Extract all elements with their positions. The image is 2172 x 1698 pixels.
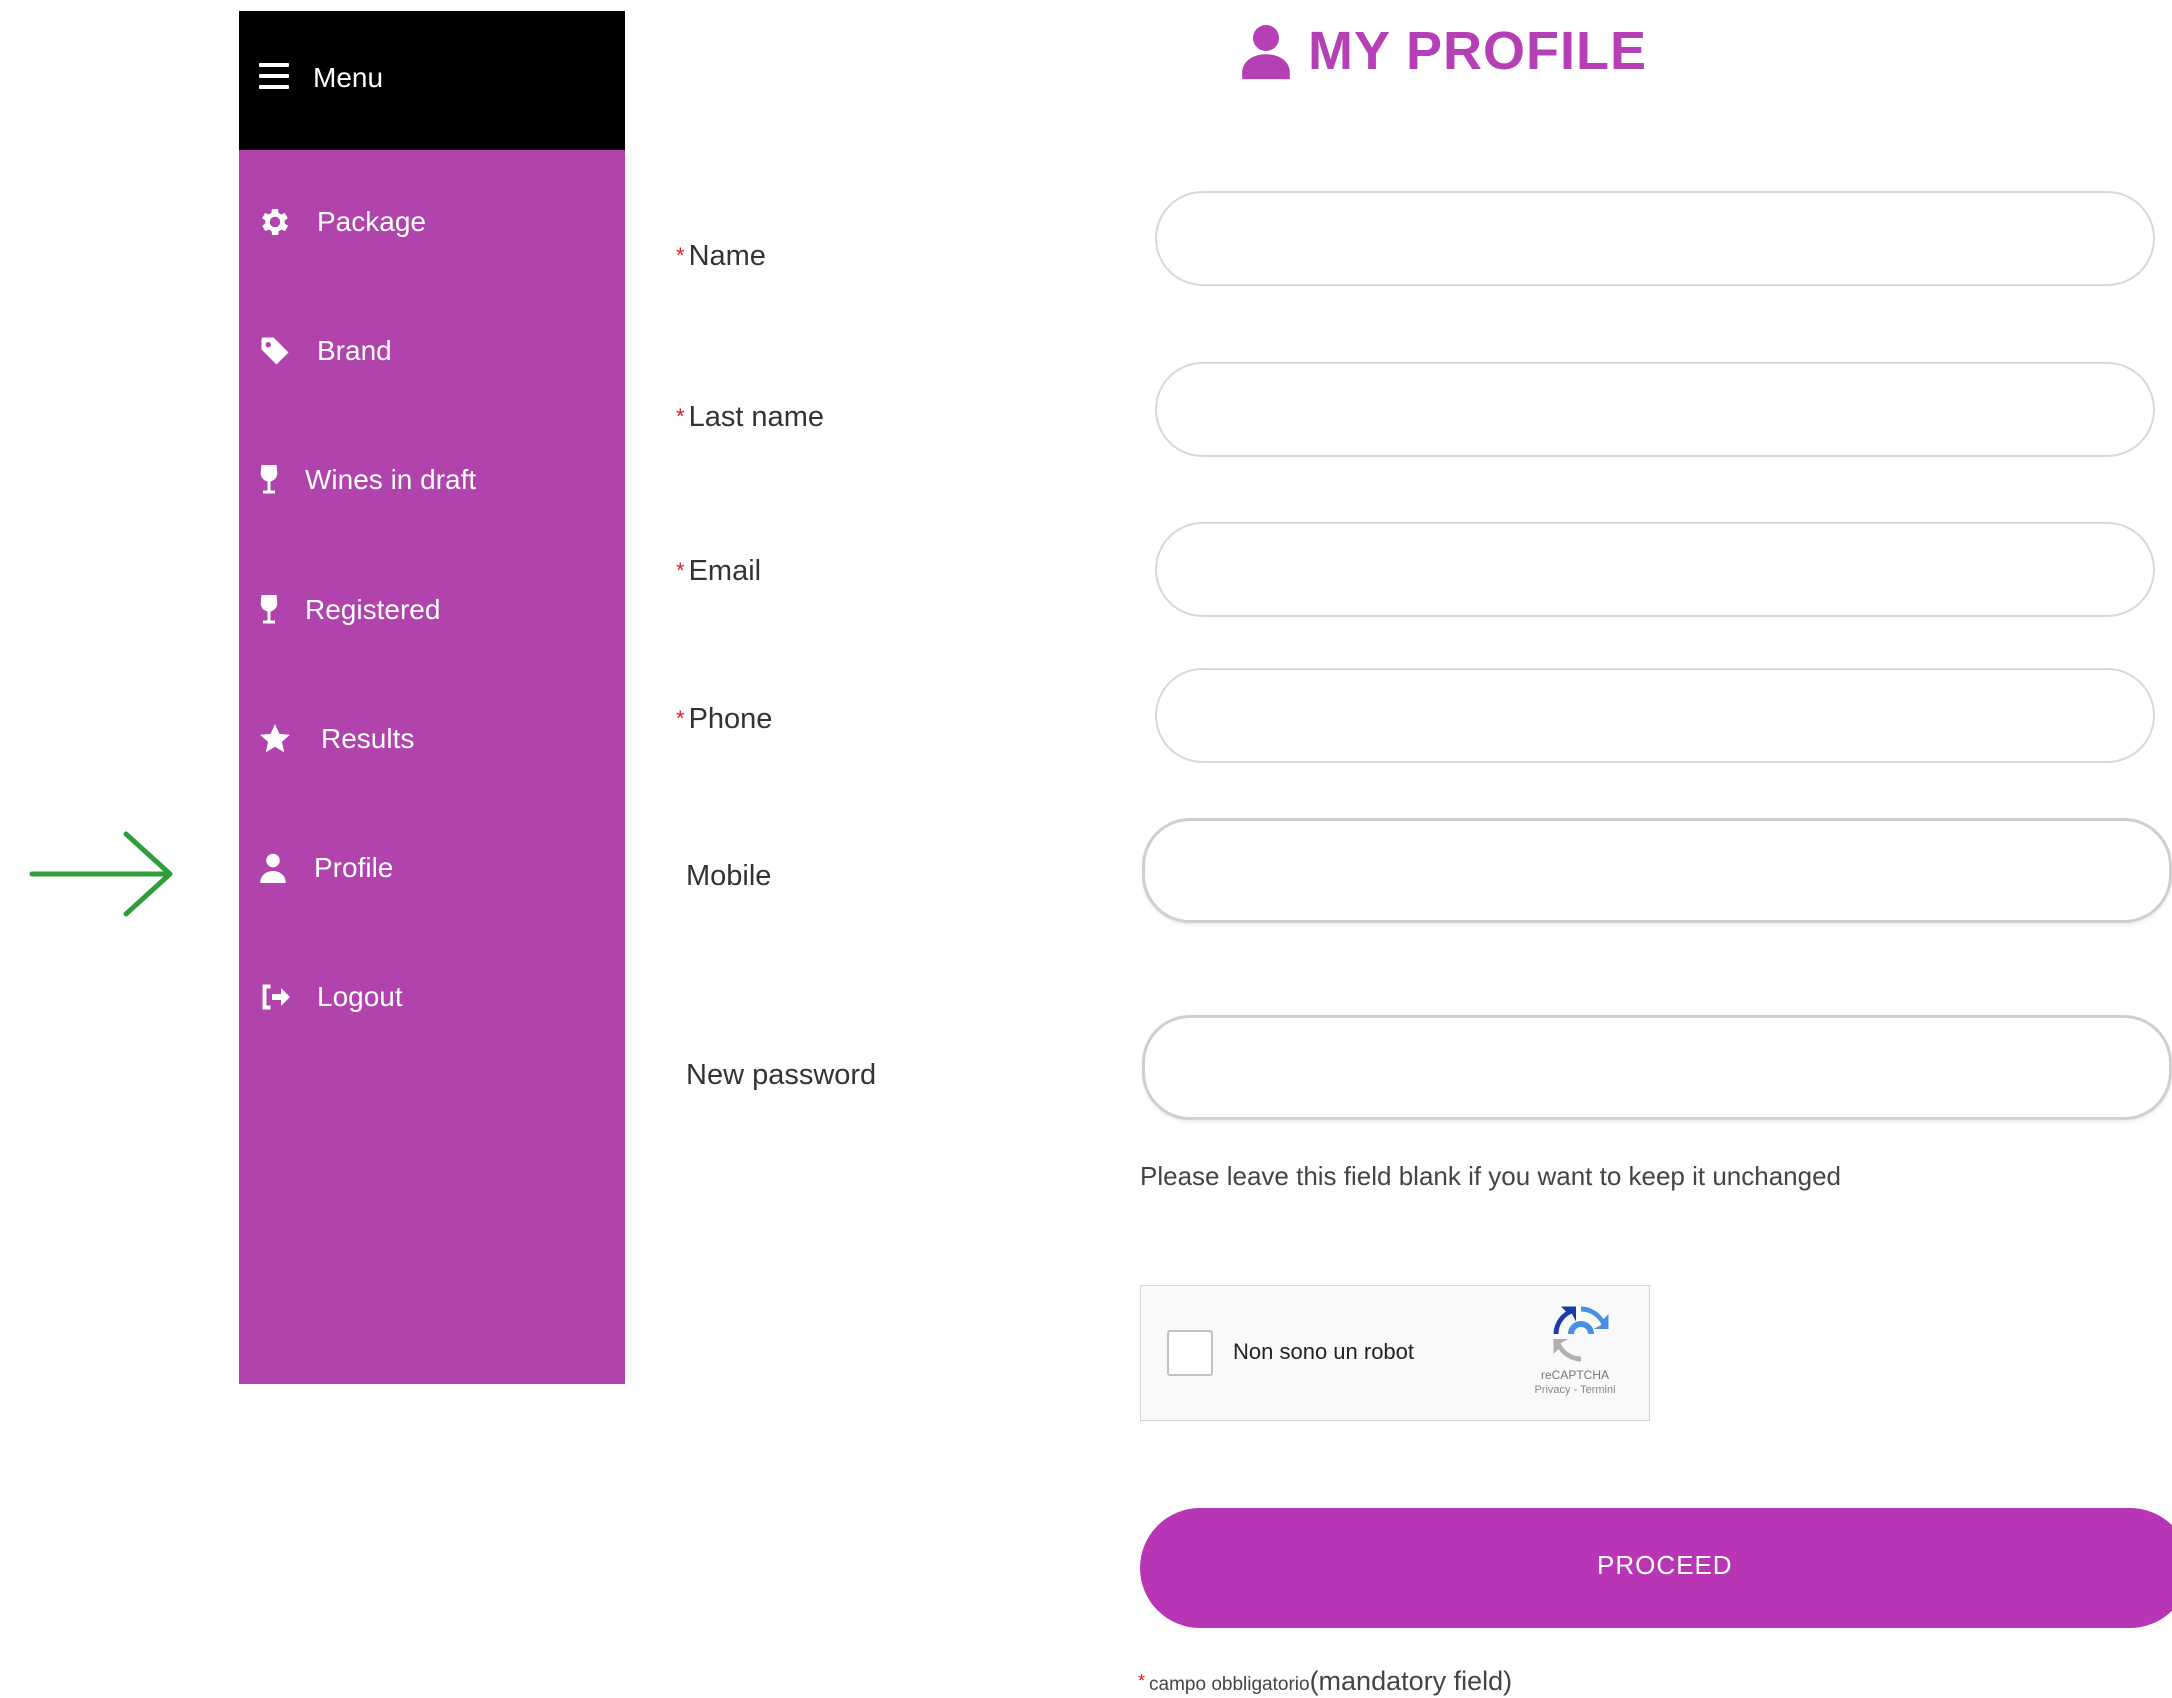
- profile-page: Menu Package Brand Wines in draft Regist…: [0, 0, 2172, 1698]
- phone-label: * Phone: [676, 703, 773, 735]
- required-marker: *: [676, 243, 685, 268]
- wine-glass-icon: [260, 465, 278, 494]
- logout-icon: [262, 984, 290, 1010]
- sidebar-item-registered[interactable]: Registered: [239, 578, 625, 642]
- sidebar-item-logout[interactable]: Logout: [239, 965, 625, 1029]
- phone-input[interactable]: [1155, 668, 2155, 763]
- mobile-input[interactable]: [1142, 818, 2172, 923]
- sidebar-item-results[interactable]: Results: [239, 707, 625, 771]
- menu-label: Menu: [313, 62, 384, 93]
- mandatory-field-footnote: * campo obbligatorio(mandatory field): [1138, 1666, 1513, 1696]
- sidebar-item-brand[interactable]: Brand: [239, 319, 625, 383]
- required-marker: *: [1138, 1671, 1146, 1691]
- password-hint: Please leave this field blank if you wan…: [1140, 1161, 1842, 1191]
- name-input[interactable]: [1155, 191, 2155, 286]
- new-password-label: New password: [686, 1059, 877, 1091]
- user-icon: [260, 853, 286, 883]
- captcha-brand: reCAPTCHA: [1540, 1368, 1609, 1382]
- required-marker: *: [676, 558, 685, 583]
- hamburger-menu-icon[interactable]: [259, 63, 289, 89]
- email-label: * Email: [676, 555, 762, 587]
- gear-icon: [262, 208, 289, 236]
- page-header: MY PROFILE: [1240, 18, 1647, 84]
- tag-icon: [261, 337, 289, 365]
- sidebar-item-label: Results: [321, 723, 415, 754]
- sidebar-item-wines-in-draft[interactable]: Wines in draft: [239, 448, 625, 512]
- email-input[interactable]: [1155, 522, 2155, 617]
- recaptcha-logo-icon: [1553, 1306, 1609, 1362]
- page-title: MY PROFILE: [1308, 21, 1648, 81]
- name-label: * Name: [676, 240, 766, 272]
- wine-glass-icon: [260, 595, 278, 624]
- mobile-label: Mobile: [686, 860, 772, 892]
- required-marker: *: [676, 706, 685, 731]
- captcha-label: Non sono un robot: [1233, 1339, 1415, 1364]
- captcha-checkbox[interactable]: [1167, 1330, 1213, 1376]
- new-password-input[interactable]: [1142, 1015, 2172, 1120]
- sidebar-header[interactable]: Menu: [239, 11, 625, 150]
- sidebar-item-label: Wines in draft: [305, 464, 477, 495]
- proceed-button[interactable]: PROCEED: [1140, 1508, 2172, 1628]
- sidebar-item-label: Brand: [317, 335, 392, 366]
- sidebar-item-label: Package: [317, 206, 426, 237]
- proceed-button-label: PROCEED: [1597, 1550, 1733, 1580]
- sidebar: Menu Package Brand Wines in draft Regist…: [239, 11, 625, 1384]
- required-marker: *: [676, 404, 685, 429]
- sidebar-item-label: Profile: [314, 852, 394, 883]
- arrow-annotation-icon: [29, 831, 173, 917]
- captcha-terms-link[interactable]: Privacy - Termini: [1511, 1384, 1639, 1397]
- recaptcha-widget: Non sono un robot reCAPTCHA Privacy - Te…: [1140, 1285, 1650, 1421]
- sidebar-item-profile[interactable]: Profile: [239, 836, 625, 900]
- star-icon: [260, 724, 290, 753]
- sidebar-item-label: Logout: [317, 981, 403, 1012]
- last-name-label: * Last name: [676, 401, 824, 433]
- sidebar-item-label: Registered: [305, 594, 441, 625]
- sidebar-item-package[interactable]: Package: [239, 190, 625, 254]
- user-icon: [1242, 25, 1290, 80]
- last-name-input[interactable]: [1155, 362, 2155, 457]
